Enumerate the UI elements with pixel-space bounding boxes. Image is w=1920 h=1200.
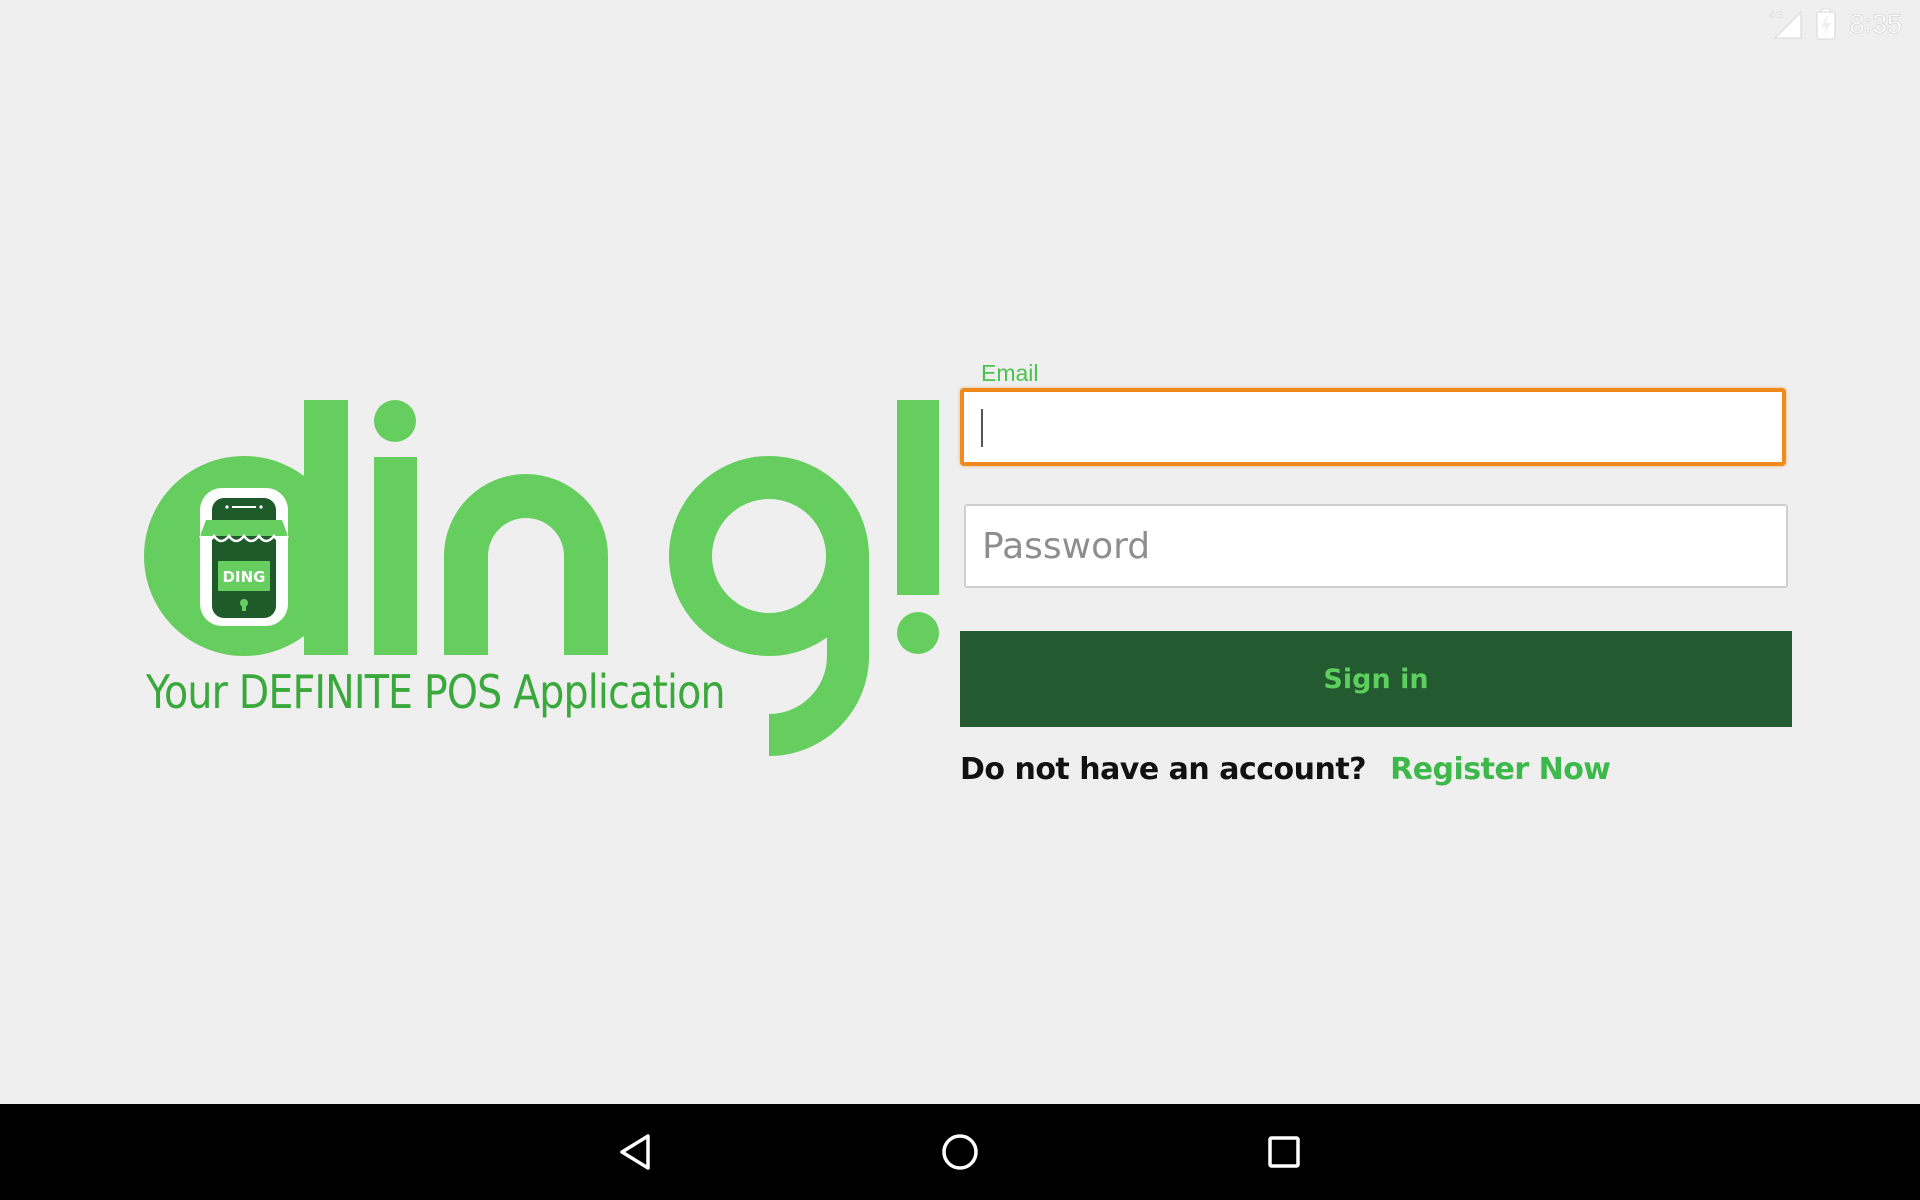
home-icon[interactable]	[936, 1128, 984, 1176]
password-field[interactable]: Password	[964, 504, 1788, 588]
recents-icon[interactable]	[1260, 1128, 1308, 1176]
text-cursor	[981, 409, 983, 447]
register-row: Do not have an account? Register Now	[960, 752, 1611, 787]
register-now-link[interactable]: Register Now	[1390, 752, 1611, 787]
signal-icon: 4G	[1769, 8, 1803, 40]
password-placeholder: Password	[982, 525, 1151, 567]
email-field[interactable]	[960, 388, 1786, 466]
logo-tagline: Your DEFINITE POS Application	[146, 665, 726, 719]
navigation-bar	[0, 1104, 1920, 1200]
login-screen: 4G 8:35 DING Your DEFINITE POS Applicati…	[0, 0, 1920, 1200]
phone-label: DING	[223, 568, 266, 586]
network-type-label: 4G	[1769, 10, 1783, 21]
sign-in-button[interactable]: Sign in	[960, 631, 1792, 727]
back-icon[interactable]	[612, 1128, 660, 1176]
status-time: 8:35	[1849, 8, 1902, 39]
sign-in-label: Sign in	[1323, 663, 1429, 695]
status-bar: 4G 8:35	[1769, 0, 1920, 48]
email-floating-label: Email	[981, 360, 1039, 386]
battery-charging-icon	[1815, 8, 1837, 40]
register-prompt: Do not have an account?	[960, 752, 1367, 787]
